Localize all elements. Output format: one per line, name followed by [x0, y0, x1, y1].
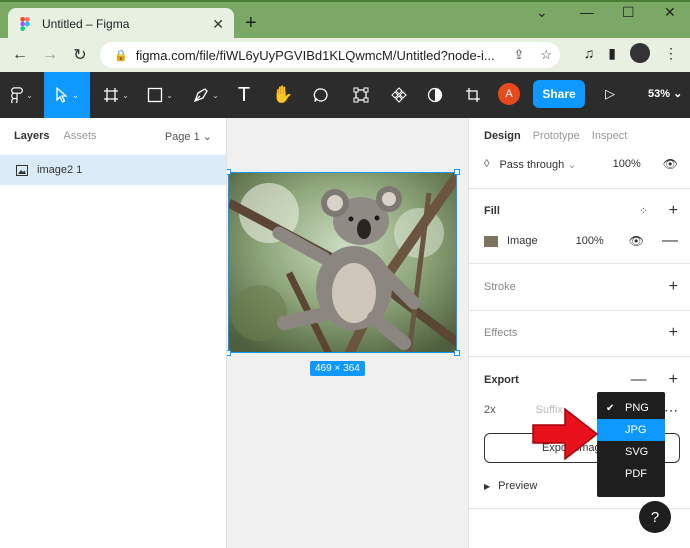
visibility-eye-icon[interactable]: 👁	[663, 157, 678, 171]
forward-arrow-icon[interactable]: →	[38, 46, 62, 64]
canvas[interactable]: 469 × 364	[227, 118, 468, 548]
page-selector[interactable]: Page 1 ⌄	[165, 130, 212, 143]
remove-fill-icon[interactable]: —	[662, 232, 678, 250]
resize-handle[interactable]	[454, 350, 460, 356]
format-label: PNG	[625, 402, 649, 414]
bookmark-star-icon[interactable]: ☆	[540, 47, 552, 63]
export-scale[interactable]: 2x	[484, 404, 496, 416]
add-effect-icon[interactable]: +	[669, 324, 678, 342]
hand-tool-icon[interactable]: ✋	[268, 72, 298, 118]
blend-mode-value: Pass through	[499, 158, 565, 171]
close-window-icon[interactable]: ✕	[664, 4, 676, 21]
format-label: JPG	[625, 424, 647, 436]
mask-icon[interactable]	[420, 72, 450, 118]
layer-row[interactable]: image2 1	[0, 155, 226, 185]
components-icon[interactable]	[384, 72, 414, 118]
browser-tab-title: Untitled – Figma	[42, 17, 130, 31]
media-control-icon[interactable]: ♫	[584, 45, 595, 61]
pen-tool-icon[interactable]: ⌄	[188, 72, 224, 118]
preview-toggle[interactable]: Preview	[498, 480, 537, 492]
tab-inspect[interactable]: Inspect	[592, 130, 627, 142]
url-text: figma.com/file/fiWL6yUyPGVIBd1KLQwmcM/Un…	[135, 47, 495, 63]
tab-assets[interactable]: Assets	[63, 130, 96, 142]
minimize-icon[interactable]: —	[580, 4, 594, 20]
export-title: Export	[484, 374, 519, 386]
more-menu-icon[interactable]: ⋮	[664, 45, 678, 62]
preview-caret-icon[interactable]: ▶	[484, 482, 490, 491]
fill-type: Image	[507, 235, 538, 247]
format-option-pdf[interactable]: PDF	[597, 463, 665, 485]
share-button[interactable]: Share	[533, 80, 585, 108]
page-label: Page 1	[164, 130, 200, 143]
zoom-value: 53%	[648, 88, 671, 100]
layers-panel: Layers Assets Page 1 ⌄ image2 1	[0, 118, 227, 548]
format-option-svg[interactable]: SVG	[597, 441, 665, 463]
add-fill-icon[interactable]: +	[669, 202, 678, 220]
component-editor-icon[interactable]	[346, 72, 376, 118]
fill-visibility-eye-icon[interactable]: 👁	[629, 234, 644, 248]
image-layer-icon	[16, 164, 28, 176]
new-tab-button[interactable]: +	[245, 12, 257, 35]
add-export-icon[interactable]: +	[669, 371, 678, 389]
add-stroke-icon[interactable]: +	[669, 278, 678, 296]
reload-icon[interactable]: ↻	[68, 45, 92, 65]
resize-handle[interactable]	[227, 169, 231, 175]
frame-tool-icon[interactable]: ⌄	[98, 72, 134, 118]
export-format-dropdown: ✔ PNG JPG SVG PDF	[597, 392, 665, 497]
tab-layers[interactable]: Layers	[14, 130, 49, 142]
blend-drop-icon: ◊	[484, 158, 490, 170]
effects-title: Effects	[484, 327, 518, 339]
layer-opacity[interactable]: 100%	[613, 158, 641, 170]
move-tool-icon[interactable]: ⌄	[44, 72, 90, 118]
checkmark-icon: ✔	[606, 402, 615, 414]
crop-icon[interactable]	[458, 72, 488, 118]
dimensions-badge: 469 × 364	[310, 361, 365, 376]
url-field[interactable]: 🔒 figma.com/file/fiWL6yUyPGVIBd1KLQwmcM/…	[100, 42, 560, 68]
help-button[interactable]: ?	[639, 501, 671, 533]
present-play-icon[interactable]: ▷	[605, 86, 615, 102]
comment-tool-icon[interactable]	[306, 72, 336, 118]
address-bar-row: ← → ↻ 🔒 figma.com/file/fiWL6yUyPGVIBd1KL…	[0, 38, 690, 72]
figma-toolbar: ⌄ ⌄ ⌄ ⌄ ⌄ T ✋	[0, 72, 690, 118]
resize-handle[interactable]	[227, 350, 231, 356]
tab-design[interactable]: Design	[484, 130, 521, 142]
zoom-dropdown[interactable]: 53% ⌄	[648, 87, 682, 100]
format-option-jpg[interactable]: JPG	[597, 419, 665, 441]
fill-image-thumbnail[interactable]	[484, 235, 498, 247]
maximize-icon[interactable]: ☐	[622, 4, 635, 21]
resize-handle[interactable]	[454, 169, 460, 175]
main-menu-icon[interactable]: ⌄	[2, 72, 42, 118]
format-option-png[interactable]: ✔ PNG	[597, 397, 665, 419]
browser-tab[interactable]: Untitled – Figma ✕	[8, 8, 234, 40]
blend-mode-dropdown[interactable]: Pass through ⌄	[499, 158, 576, 171]
layer-name: image2 1	[37, 164, 83, 176]
remove-export-icon[interactable]: —	[631, 371, 647, 389]
fill-opacity[interactable]: 100%	[576, 235, 604, 247]
fill-title: Fill	[484, 205, 500, 217]
export-more-icon[interactable]: ⋯	[664, 402, 678, 419]
stroke-title: Stroke	[484, 281, 516, 293]
figma-favicon-icon	[18, 17, 32, 31]
tab-prototype[interactable]: Prototype	[533, 130, 580, 142]
lock-icon: 🔒	[114, 49, 128, 62]
share-page-icon[interactable]: ⇪	[513, 47, 524, 63]
profile-avatar[interactable]	[630, 43, 650, 63]
tab-search-icon[interactable]: ⌄	[536, 4, 548, 21]
back-arrow-icon[interactable]: ←	[8, 46, 32, 64]
rectangle-tool-icon[interactable]: ⌄	[142, 72, 178, 118]
browser-tab-bar: Untitled – Figma ✕ + ⌄ — ☐ ✕	[0, 0, 690, 40]
text-tool-icon[interactable]: T	[230, 72, 258, 118]
format-label: SVG	[625, 446, 649, 458]
koala-image[interactable]	[228, 172, 457, 353]
style-grid-icon[interactable]: ⁘	[639, 206, 647, 217]
user-avatar[interactable]: A	[498, 83, 520, 105]
side-panel-icon[interactable]: ▮	[608, 45, 616, 62]
format-label: PDF	[625, 468, 647, 480]
pointer-arrow-icon	[532, 407, 599, 461]
close-tab-icon[interactable]: ✕	[212, 16, 224, 33]
